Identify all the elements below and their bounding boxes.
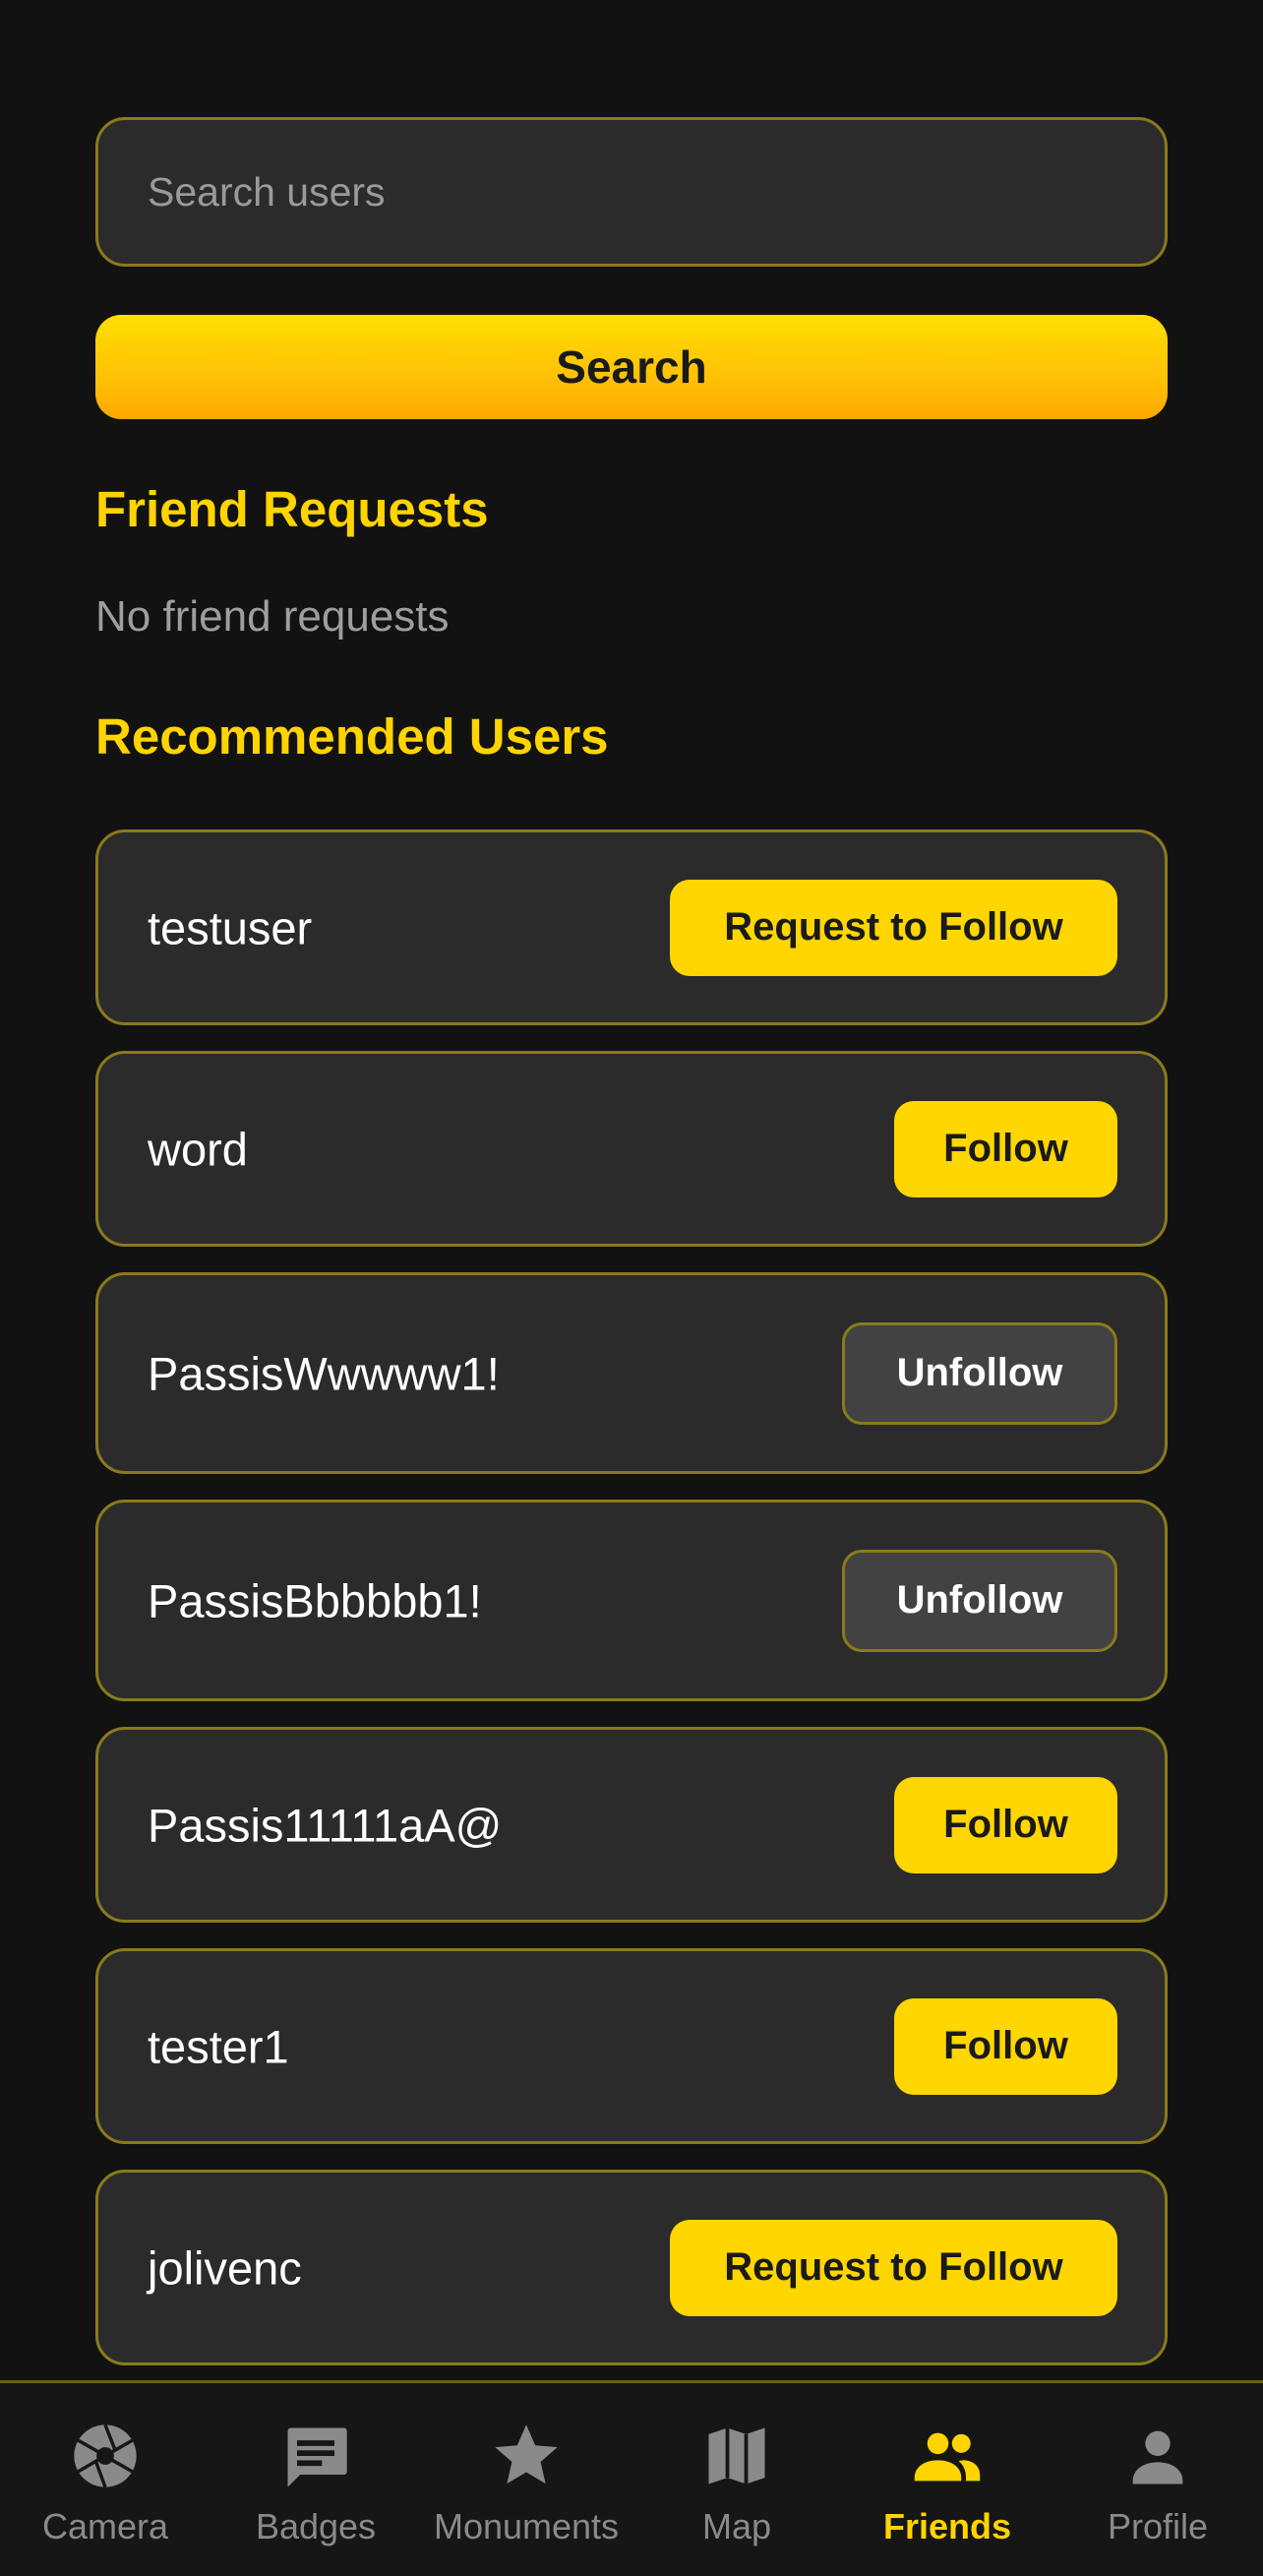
- message-badge-icon: [278, 2419, 353, 2493]
- user-name: PassisWwwww1!: [148, 1347, 500, 1399]
- user-card-passis11111aa: Passis11111aA@ Follow: [95, 1727, 1168, 1923]
- user-name: testuser: [148, 901, 313, 953]
- tab-badges[interactable]: Badges: [210, 2383, 421, 2576]
- tab-label: Profile: [1107, 2506, 1209, 2546]
- user-name: tester1: [148, 2020, 289, 2072]
- map-icon: [699, 2419, 774, 2493]
- star-icon: [489, 2419, 564, 2493]
- user-card-word: word Follow: [95, 1051, 1168, 1247]
- tab-label: Monuments: [433, 2506, 620, 2546]
- person-icon: [1120, 2419, 1195, 2493]
- people-icon: [910, 2419, 985, 2493]
- user-card-tester1: tester1 Follow: [95, 1948, 1168, 2144]
- camera-shutter-icon: [68, 2419, 143, 2493]
- follow-button[interactable]: Follow: [894, 1997, 1117, 2095]
- follow-button[interactable]: Follow: [894, 1100, 1117, 1197]
- search-users-input[interactable]: [95, 117, 1168, 267]
- request-to-follow-button[interactable]: Request to Follow: [670, 2219, 1117, 2316]
- user-card-passisbbbbbb1: PassisBbbbbb1! Unfollow: [95, 1500, 1168, 1701]
- recommended-users-title: Recommended Users: [95, 708, 609, 765]
- user-card-passiswwwww1: PassisWwwww1! Unfollow: [95, 1272, 1168, 1474]
- tab-label: Friends: [882, 2506, 1012, 2546]
- user-name: PassisBbbbbb1!: [148, 1574, 482, 1626]
- user-name: Passis11111aA@: [148, 1799, 503, 1851]
- bottom-tab-bar: Camera Badges Monuments Map Friends Prof…: [0, 2380, 1263, 2576]
- tab-friends[interactable]: Friends: [842, 2383, 1052, 2576]
- no-friend-requests-text: No friend requests: [95, 592, 450, 641]
- user-card-testuser: testuser Request to Follow: [95, 829, 1168, 1025]
- follow-button[interactable]: Follow: [894, 1776, 1117, 1873]
- search-button[interactable]: Search: [95, 315, 1168, 419]
- tab-camera[interactable]: Camera: [0, 2383, 210, 2576]
- tab-monuments[interactable]: Monuments: [421, 2383, 632, 2576]
- request-to-follow-button[interactable]: Request to Follow: [670, 879, 1117, 976]
- user-card-jolivenc: jolivenc Request to Follow: [95, 2170, 1168, 2365]
- tab-label: Camera: [41, 2506, 169, 2546]
- friend-requests-title: Friend Requests: [95, 481, 489, 537]
- tab-label: Badges: [255, 2506, 377, 2546]
- tab-label: Map: [701, 2506, 772, 2546]
- user-name: word: [148, 1123, 248, 1175]
- unfollow-button[interactable]: Unfollow: [842, 1321, 1117, 1425]
- unfollow-button[interactable]: Unfollow: [842, 1549, 1117, 1652]
- tab-profile[interactable]: Profile: [1052, 2383, 1263, 2576]
- user-name: jolivenc: [148, 2241, 302, 2294]
- tab-map[interactable]: Map: [632, 2383, 842, 2576]
